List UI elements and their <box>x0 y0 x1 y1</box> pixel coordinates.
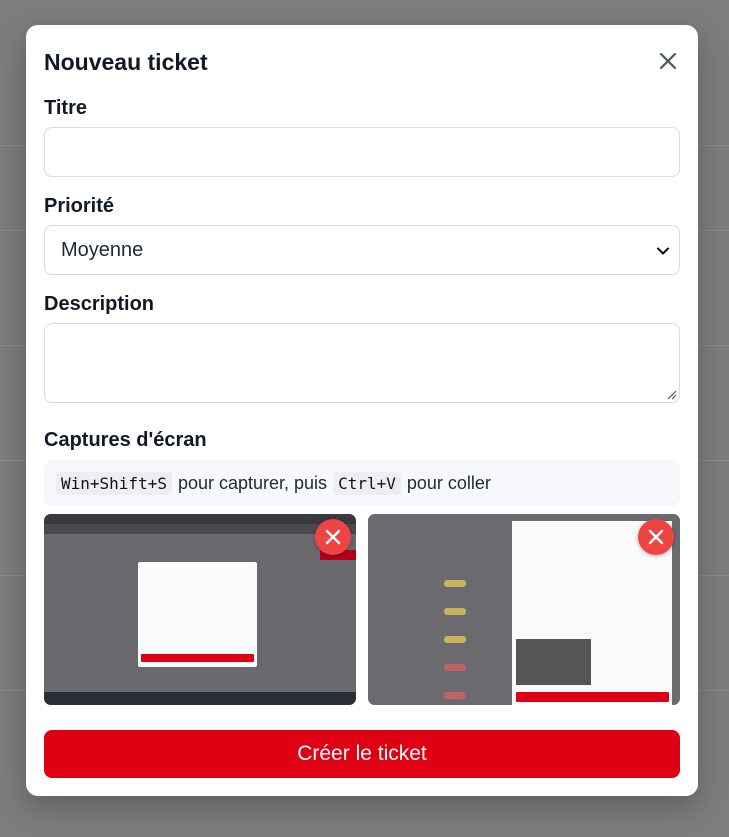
screenshot-thumbnail <box>44 514 356 705</box>
title-input[interactable] <box>44 127 680 177</box>
priority-select[interactable]: Moyenne <box>44 225 680 275</box>
remove-screenshot-button[interactable] <box>638 519 674 555</box>
new-ticket-modal: Nouveau ticket Titre Priorité Moyenne De… <box>26 25 698 796</box>
thumbnail-address-bar <box>44 524 356 534</box>
priority-label: Priorité <box>44 195 115 217</box>
paste-hint: Win+Shift+S pour capturer, puis Ctrl+V p… <box>44 460 680 506</box>
close-icon <box>659 52 677 70</box>
thumbnail-taskbar <box>44 692 356 705</box>
thumbnail-modal-button <box>141 654 254 662</box>
resize-handle-icon[interactable] <box>665 388 677 400</box>
title-label: Titre <box>44 97 87 119</box>
shortcut-paste-key: Ctrl+V <box>333 471 401 495</box>
thumbnail-badge <box>444 636 466 643</box>
chevron-down-icon <box>657 247 669 255</box>
description-textarea[interactable] <box>44 323 680 403</box>
close-button[interactable] <box>656 49 680 73</box>
close-icon <box>648 529 664 545</box>
hint-text: pour capturer, puis <box>177 472 328 493</box>
remove-screenshot-button[interactable] <box>315 519 351 555</box>
thumbnail-nested-screenshot <box>516 639 591 685</box>
modal-title: Nouveau ticket <box>44 49 208 75</box>
close-icon <box>325 529 341 545</box>
thumbnail-modal <box>138 562 257 667</box>
screenshots-label: Captures d'écran <box>44 429 207 451</box>
thumbnail-badge <box>444 664 466 671</box>
thumbnail-badge <box>444 692 466 699</box>
thumbnail-modal-button <box>516 692 669 702</box>
description-label: Description <box>44 293 155 315</box>
priority-value: Moyenne <box>61 238 144 261</box>
shortcut-capture-key: Win+Shift+S <box>56 471 172 495</box>
thumbnail-browser-bar <box>44 514 356 524</box>
create-ticket-button[interactable]: Créer le ticket <box>44 730 680 778</box>
thumbnail-badge <box>444 580 466 587</box>
screenshot-thumbnail <box>368 514 680 705</box>
hint-text: pour coller <box>406 472 491 493</box>
thumbnail-badge <box>444 608 466 615</box>
